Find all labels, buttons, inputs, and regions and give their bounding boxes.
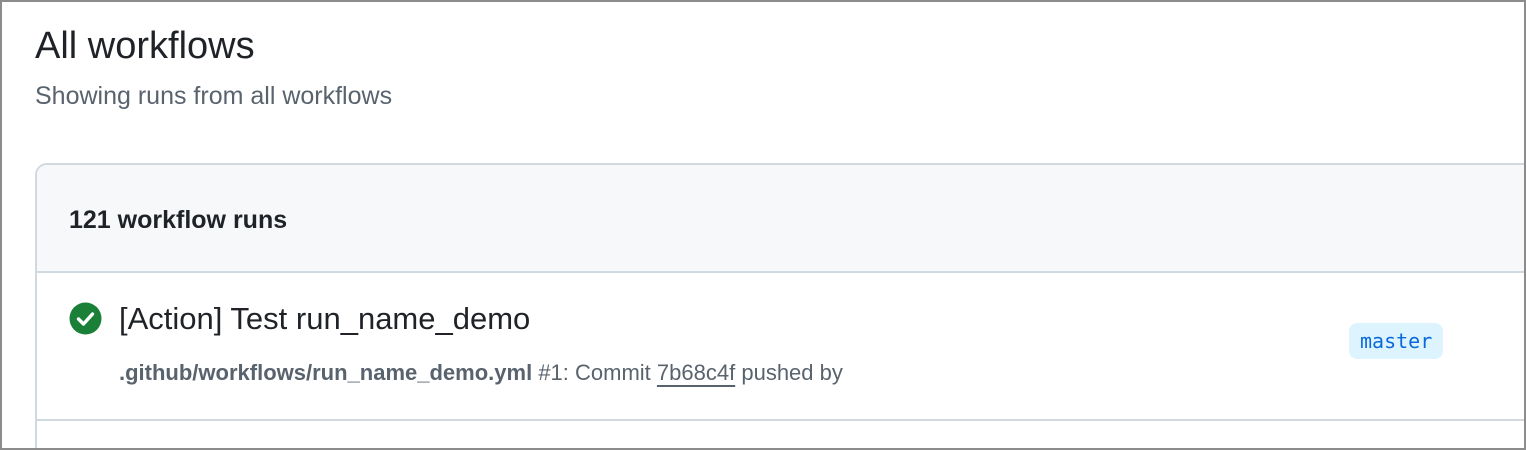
check-circle-fill-icon <box>69 302 102 335</box>
run-event-label: : Commit <box>562 360 651 385</box>
page-title: All workflows <box>35 25 255 67</box>
commit-sha-link[interactable]: 7b68c4f <box>657 360 735 385</box>
pushed-by-label: pushed by <box>741 360 843 385</box>
branch-badge[interactable]: master <box>1349 323 1444 359</box>
run-number: #1 <box>538 360 563 385</box>
workflow-runs-list: 121 workflow runs [Action] Test run_name… <box>35 163 1524 448</box>
runs-list-header: 121 workflow runs <box>37 165 1524 273</box>
workflow-file-path: .github/workflows/run_name_demo.yml <box>119 360 533 385</box>
workflows-page: All workflows Showing runs from all work… <box>0 0 1526 450</box>
workflow-run-row[interactable]: [Action] Test run_name_demo .github/work… <box>37 273 1524 421</box>
runs-count: 121 workflow runs <box>69 206 288 234</box>
page-subtitle: Showing runs from all workflows <box>35 82 393 110</box>
run-title-link[interactable]: [Action] Test run_name_demo <box>119 301 530 337</box>
run-meta: .github/workflows/run_name_demo.yml #1: … <box>119 359 843 387</box>
